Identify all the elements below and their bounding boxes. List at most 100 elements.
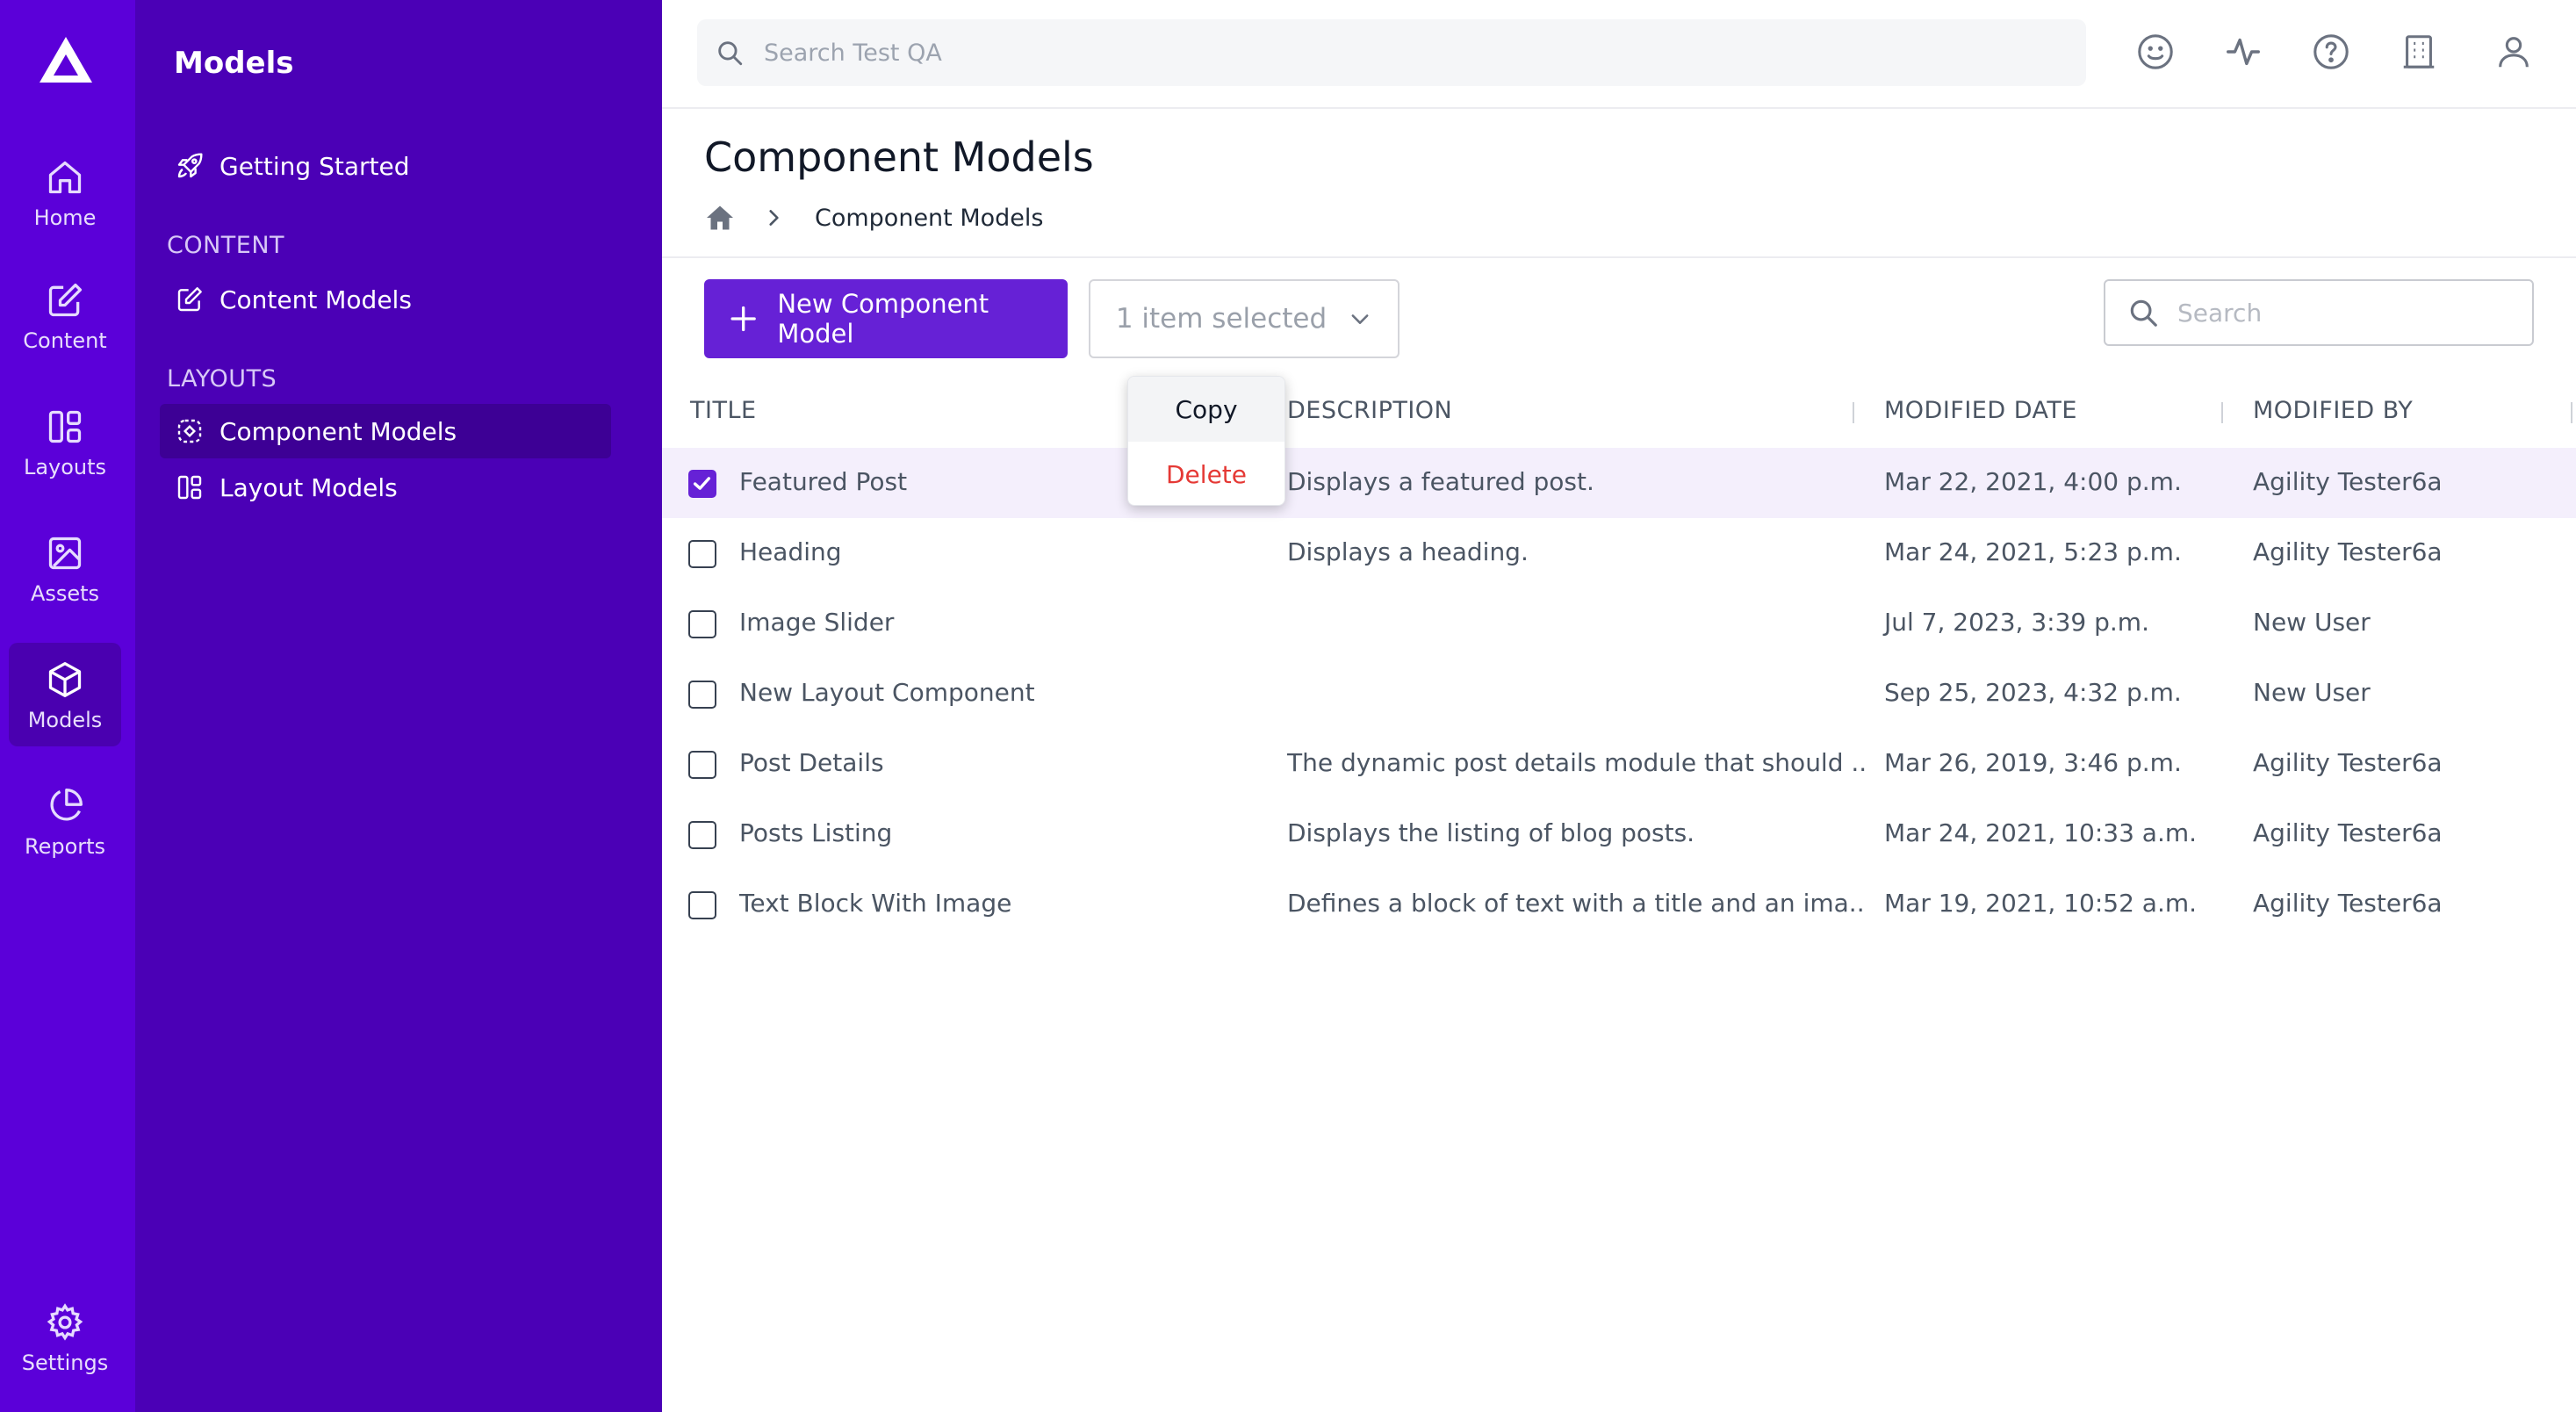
search-icon (2130, 299, 2157, 327)
edit-icon (177, 287, 202, 312)
column-resize-handle[interactable] (2221, 402, 2223, 423)
sidebar-item-label: Layout Models (219, 472, 398, 502)
column-resize-handle[interactable] (2571, 402, 2572, 423)
rail-item-label: Layouts (23, 455, 107, 479)
image-icon (48, 537, 82, 570)
row-description: Defines a block of text with a title and… (1287, 889, 1867, 918)
home-icon[interactable] (704, 202, 736, 234)
edit-icon (48, 283, 83, 317)
sidebar-item-component-models[interactable]: Component Models (160, 404, 611, 458)
row-title: Text Block With Image (739, 889, 1012, 918)
icon-rail: Home Content Layouts Assets Models Repor… (0, 0, 135, 1412)
row-checkbox[interactable] (688, 821, 716, 849)
user-menu-button[interactable] (2493, 32, 2534, 72)
rail-item-label: Home (33, 205, 97, 230)
sidebar-item-getting-started[interactable]: Getting Started (160, 139, 611, 193)
menu-item-copy[interactable]: Copy (1128, 377, 1284, 442)
activity-button[interactable] (2223, 32, 2263, 72)
sidebar-title: Models (174, 46, 294, 81)
chevron-right-icon (769, 210, 779, 226)
rail-item-layouts[interactable]: Layouts (9, 390, 121, 493)
rail-item-home[interactable]: Home (9, 140, 121, 244)
row-checkbox[interactable] (688, 610, 716, 638)
pie-chart-icon (50, 789, 83, 821)
sidebar-item-label: Content Models (219, 285, 412, 314)
search-icon (718, 41, 743, 66)
sidebar-item-content-models[interactable]: Content Models (160, 272, 611, 327)
row-title: Featured Post (739, 467, 908, 496)
global-search[interactable] (697, 19, 2086, 86)
sidebar-item-label: Getting Started (219, 151, 410, 181)
breadcrumb-current: Component Models (815, 204, 1044, 232)
agility-logo-icon[interactable] (38, 35, 94, 84)
plus-icon (730, 306, 756, 332)
sidebar-section-content: CONTENT (167, 232, 285, 259)
column-resize-handle[interactable] (1853, 402, 1854, 423)
column-header-description[interactable]: DESCRIPTION (1287, 397, 1452, 424)
row-modified-by: Agility Tester6a (2253, 537, 2443, 566)
menu-item-delete[interactable]: Delete (1128, 442, 1284, 505)
rail-item-label: Models (27, 708, 103, 732)
table-row[interactable]: Image Slider Jul 7, 2023, 3:39 p.m. New … (662, 588, 2576, 659)
row-modified-date: Sep 25, 2023, 4:32 p.m. (1884, 678, 2182, 707)
component-icon (177, 419, 202, 443)
rail-item-label: Assets (30, 581, 100, 606)
column-header-title[interactable]: TITLE (690, 397, 757, 424)
help-button[interactable] (2311, 32, 2351, 72)
feedback-button[interactable] (2135, 32, 2176, 72)
row-checkbox[interactable] (688, 470, 716, 498)
sidebar-item-label: Component Models (219, 416, 457, 446)
rocket-icon (177, 153, 203, 178)
breadcrumb: Component Models (704, 200, 1043, 235)
row-modified-date: Mar 24, 2021, 10:33 a.m. (1884, 818, 2198, 847)
row-title: New Layout Component (739, 678, 1035, 707)
row-checkbox[interactable] (688, 891, 716, 919)
rail-item-models[interactable]: Models (9, 643, 121, 746)
selection-count-label: 1 item selected (1115, 303, 1328, 335)
column-header-modified-date[interactable]: MODIFIED DATE (1884, 397, 2077, 424)
rail-item-settings[interactable]: Settings (9, 1286, 121, 1389)
column-header-modified-by[interactable]: MODIFIED BY (2253, 397, 2413, 424)
rail-item-content[interactable]: Content (9, 263, 121, 367)
global-search-input[interactable] (764, 39, 1993, 67)
new-component-model-label: New Component Model (777, 289, 989, 349)
rail-item-assets[interactable]: Assets (9, 516, 121, 620)
row-checkbox[interactable] (688, 751, 716, 779)
row-modified-by: Agility Tester6a (2253, 467, 2443, 496)
row-modified-date: Mar 22, 2021, 4:00 p.m. (1884, 467, 2182, 496)
sidebar-section-layouts: LAYOUTS (167, 365, 277, 393)
bulk-actions-dropdown[interactable]: 1 item selected (1089, 279, 1400, 358)
building-icon (2403, 35, 2435, 68)
table-search[interactable] (2104, 279, 2534, 346)
help-icon (2313, 34, 2349, 69)
table-row[interactable]: Post Details The dynamic post details mo… (662, 729, 2576, 799)
table-row[interactable]: Posts Listing Displays the listing of bl… (662, 799, 2576, 869)
table-row[interactable]: Text Block With Image Defines a block of… (662, 869, 2576, 940)
row-modified-by: New User (2253, 678, 2371, 707)
layout-icon (177, 475, 202, 500)
row-description: Displays a featured post. (1287, 467, 1594, 496)
gear-icon (47, 1303, 83, 1341)
row-title: Post Details (739, 748, 884, 777)
row-modified-date: Mar 19, 2021, 10:52 a.m. (1884, 889, 2198, 918)
sidebar-item-layout-models[interactable]: Layout Models (160, 460, 611, 515)
page-title: Component Models (704, 133, 1094, 181)
rail-item-label: Content (23, 328, 107, 353)
row-modified-by: Agility Tester6a (2253, 818, 2443, 847)
row-modified-by: Agility Tester6a (2253, 748, 2443, 777)
row-title: Posts Listing (739, 818, 893, 847)
row-checkbox[interactable] (688, 540, 716, 568)
organization-button[interactable] (2399, 32, 2439, 72)
table-row[interactable]: New Layout Component Sep 25, 2023, 4:32 … (662, 659, 2576, 729)
smiley-icon (2138, 34, 2173, 69)
row-description: Displays a heading. (1287, 537, 1529, 566)
checkmark-icon (693, 477, 711, 490)
table-search-input[interactable] (2177, 298, 2511, 328)
row-checkbox[interactable] (688, 681, 716, 709)
row-modified-date: Jul 7, 2023, 3:39 p.m. (1884, 608, 2149, 637)
new-component-model-button[interactable]: New Component Model (704, 279, 1068, 358)
table-row[interactable]: Heading Displays a heading. Mar 24, 2021… (662, 518, 2576, 588)
rail-item-reports[interactable]: Reports (9, 769, 121, 873)
row-modified-by: New User (2253, 608, 2371, 637)
table-row[interactable]: Featured Post Displays a featured post. … (662, 448, 2576, 518)
